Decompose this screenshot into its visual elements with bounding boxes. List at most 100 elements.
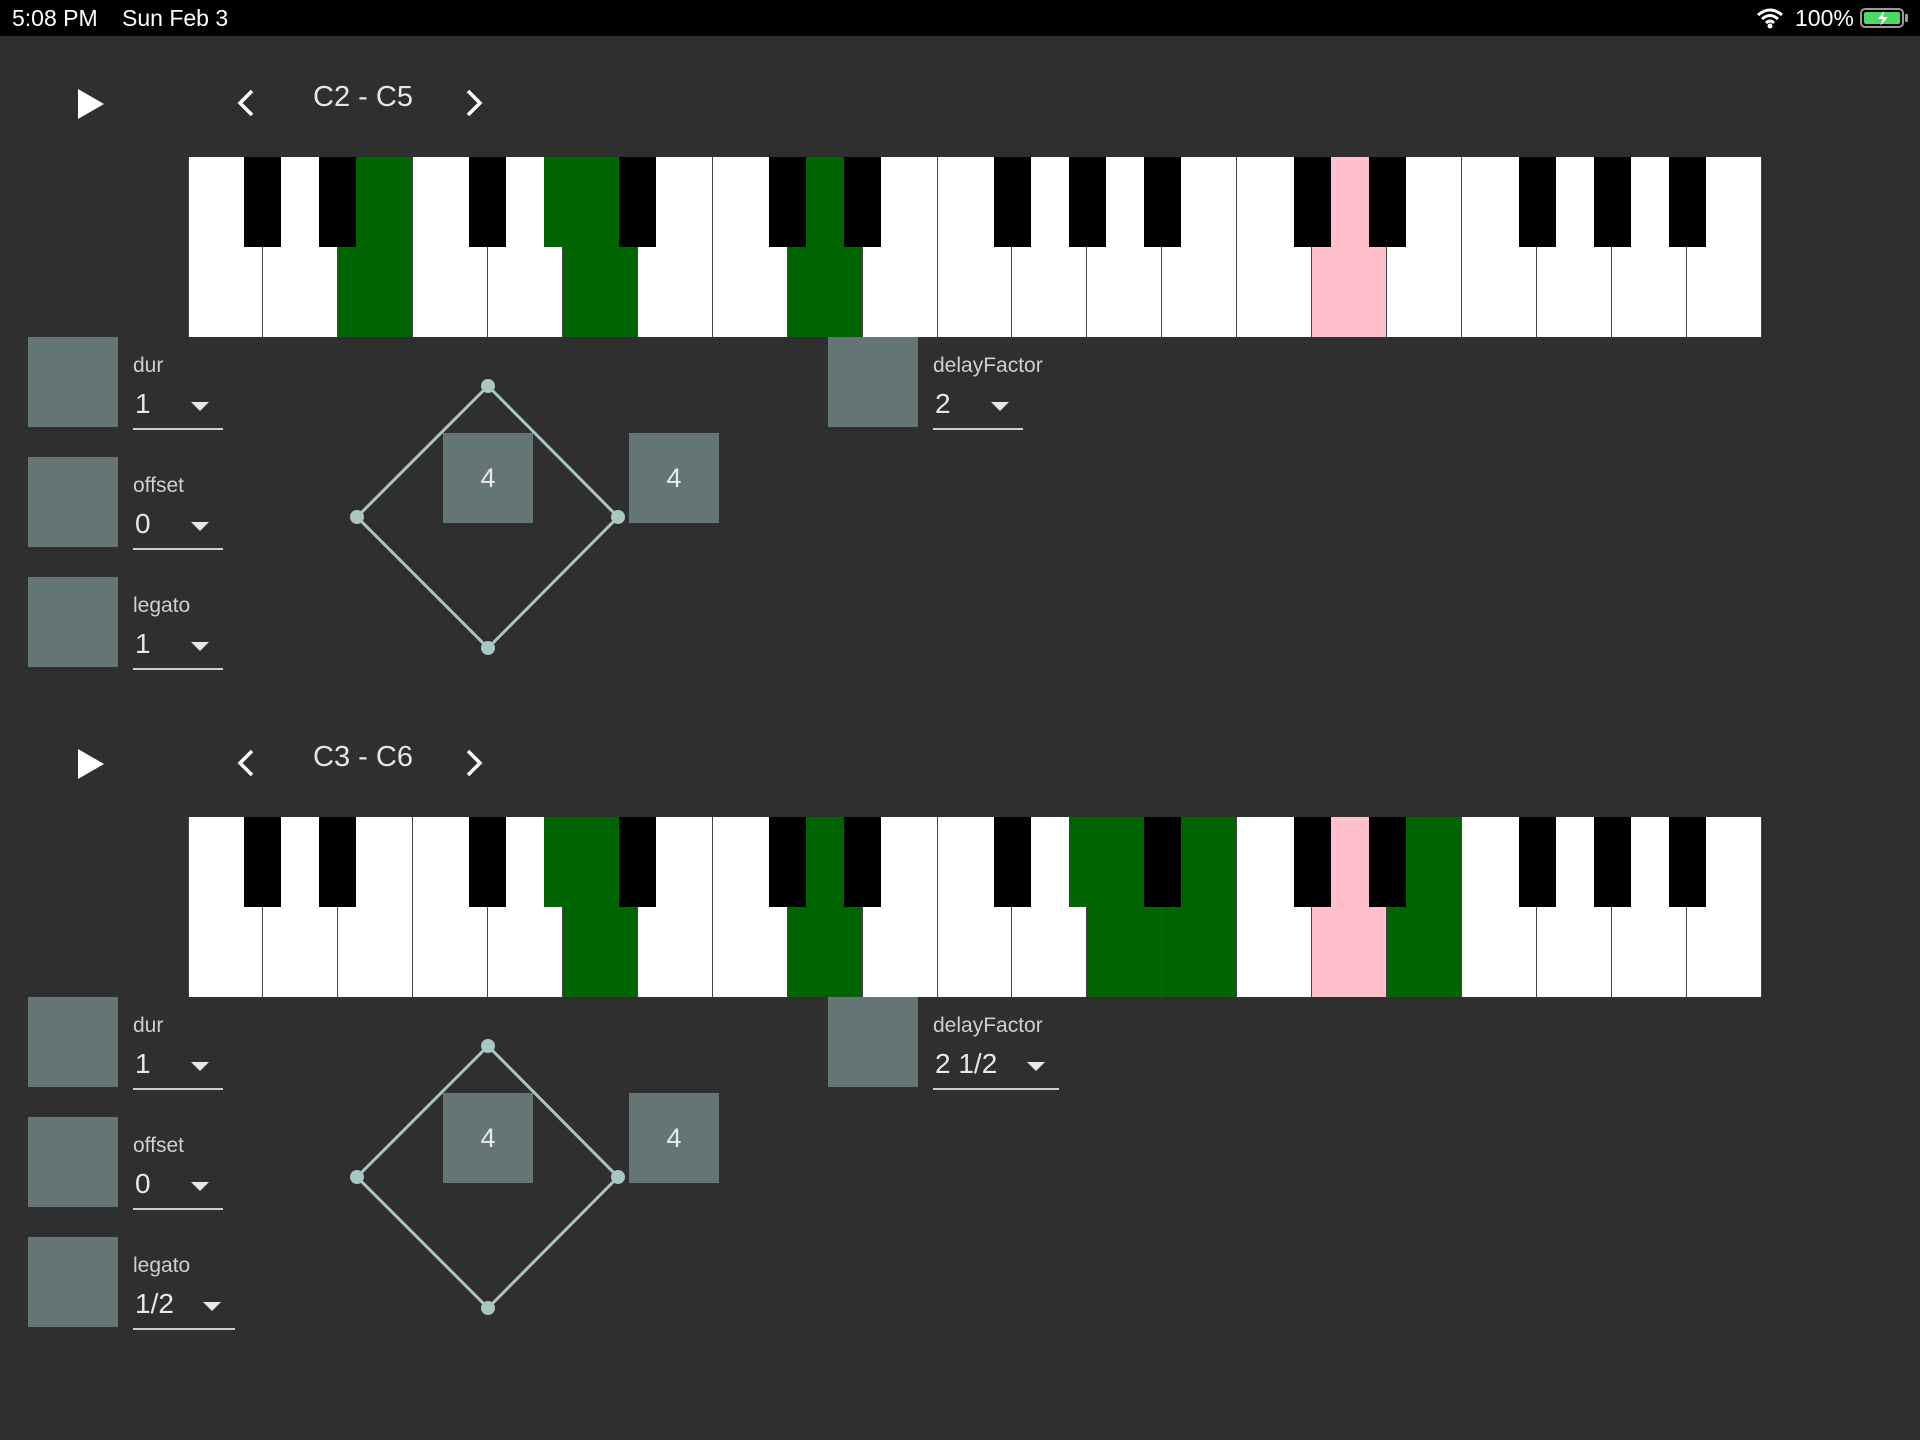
delay-factor-select[interactable]: 2 1/2: [933, 1044, 1059, 1090]
black-key[interactable]: [319, 157, 357, 247]
black-key[interactable]: [1593, 157, 1631, 247]
offset-select[interactable]: 0: [133, 1164, 223, 1210]
node-handle: [481, 641, 495, 655]
dur-toggle[interactable]: [28, 997, 118, 1087]
offset-select[interactable]: 0: [133, 504, 223, 550]
dur-value: 1: [135, 1048, 151, 1079]
legato-value: 1: [135, 628, 151, 659]
black-key[interactable]: [993, 157, 1031, 247]
caret-down-icon: [191, 1182, 209, 1191]
offset-label: offset: [133, 1134, 184, 1157]
caret-down-icon: [1027, 1062, 1045, 1071]
legato-toggle[interactable]: [28, 1237, 118, 1327]
battery-icon: [1860, 8, 1908, 28]
black-key[interactable]: [769, 157, 807, 247]
dur-select[interactable]: 1: [133, 384, 223, 430]
chevron-left-icon[interactable]: [232, 85, 260, 121]
black-key[interactable]: [319, 817, 357, 907]
legato-value: 1/2: [135, 1288, 174, 1319]
delay-factor-label: delayFactor: [933, 1014, 1043, 1037]
black-key[interactable]: [844, 157, 882, 247]
caret-down-icon: [191, 402, 209, 411]
node-handle: [350, 1170, 364, 1184]
legato-toggle[interactable]: [28, 577, 118, 667]
caret-down-icon: [991, 402, 1009, 411]
dur-toggle[interactable]: [28, 337, 118, 427]
delay-factor-value: 2: [935, 388, 951, 419]
chevron-right-icon[interactable]: [460, 745, 488, 781]
black-key[interactable]: [844, 817, 882, 907]
side-value-box[interactable]: 4: [629, 433, 719, 523]
status-bar: 5:08 PM Sun Feb 3 100%: [0, 0, 1920, 36]
offset-toggle[interactable]: [28, 1117, 118, 1207]
play-icon[interactable]: [76, 87, 106, 121]
caret-down-icon: [191, 1062, 209, 1071]
black-key[interactable]: [244, 157, 282, 247]
black-key[interactable]: [1518, 157, 1556, 247]
piano-keyboard[interactable]: [188, 157, 1762, 337]
caret-down-icon: [203, 1302, 221, 1311]
center-value-box[interactable]: 4: [443, 433, 533, 523]
sequencer-section-2: C3 - C6 dur 1 offset 0 legato 1/2 4 4 de…: [0, 697, 1920, 1357]
black-key[interactable]: [244, 817, 282, 907]
delay-factor-value: 2 1/2: [935, 1048, 998, 1079]
black-key[interactable]: [769, 817, 807, 907]
node-handle: [611, 510, 625, 524]
delay-factor-label: delayFactor: [933, 354, 1043, 377]
black-key[interactable]: [1068, 817, 1106, 907]
delay-factor-toggle[interactable]: [828, 997, 918, 1087]
black-key[interactable]: [544, 817, 582, 907]
node-handle: [611, 1170, 625, 1184]
range-label: C2 - C5: [313, 81, 413, 113]
wifi-icon: [1757, 8, 1783, 29]
black-key[interactable]: [544, 157, 582, 247]
dur-select[interactable]: 1: [133, 1044, 223, 1090]
black-key[interactable]: [1368, 157, 1406, 247]
offset-value: 0: [135, 508, 151, 539]
chevron-left-icon[interactable]: [232, 745, 260, 781]
caret-down-icon: [191, 522, 209, 531]
node-handle: [350, 510, 364, 524]
black-key[interactable]: [1293, 157, 1331, 247]
piano-keyboard[interactable]: [188, 817, 1762, 997]
play-icon[interactable]: [76, 747, 106, 781]
dur-value: 1: [135, 388, 151, 419]
black-key[interactable]: [1143, 157, 1181, 247]
black-key[interactable]: [619, 817, 657, 907]
chevron-right-icon[interactable]: [460, 85, 488, 121]
node-handle: [481, 1039, 495, 1053]
status-date: Sun Feb 3: [122, 5, 229, 31]
center-value-box[interactable]: 4: [443, 1093, 533, 1183]
caret-down-icon: [191, 642, 209, 651]
delay-factor-select[interactable]: 2: [933, 384, 1023, 430]
black-key[interactable]: [469, 157, 507, 247]
black-key[interactable]: [1293, 817, 1331, 907]
black-key[interactable]: [1518, 817, 1556, 907]
sequencer-section-1: C2 - C5 dur 1 offset 0 legato 1 4 4 dela…: [0, 37, 1920, 697]
battery-percent: 100%: [1795, 5, 1854, 31]
black-key[interactable]: [1593, 817, 1631, 907]
range-label: C3 - C6: [313, 741, 413, 773]
black-key[interactable]: [619, 157, 657, 247]
black-key[interactable]: [1068, 157, 1106, 247]
black-key[interactable]: [1143, 817, 1181, 907]
offset-toggle[interactable]: [28, 457, 118, 547]
black-key[interactable]: [1668, 157, 1706, 247]
legato-label: legato: [133, 594, 191, 617]
side-value-box[interactable]: 4: [629, 1093, 719, 1183]
black-key[interactable]: [1368, 817, 1406, 907]
offset-value: 0: [135, 1168, 151, 1199]
black-key[interactable]: [1668, 817, 1706, 907]
offset-label: offset: [133, 474, 184, 497]
legato-select[interactable]: 1: [133, 624, 223, 670]
delay-factor-toggle[interactable]: [828, 337, 918, 427]
node-handle: [481, 379, 495, 393]
dur-label: dur: [133, 1014, 164, 1037]
dur-label: dur: [133, 354, 164, 377]
black-key[interactable]: [993, 817, 1031, 907]
black-key[interactable]: [469, 817, 507, 907]
node-handle: [481, 1301, 495, 1315]
status-time: 5:08 PM: [12, 5, 98, 31]
legato-label: legato: [133, 1254, 191, 1277]
legato-select[interactable]: 1/2: [133, 1284, 235, 1330]
